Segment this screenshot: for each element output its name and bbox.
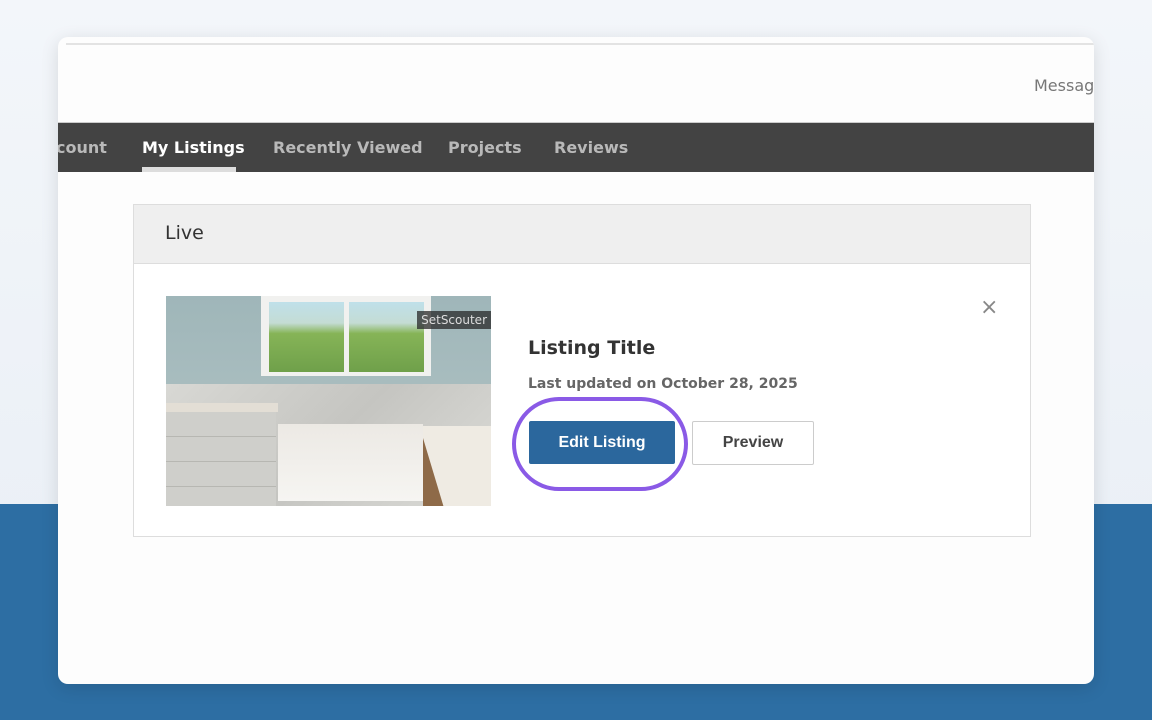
divider — [66, 43, 1094, 45]
tab-my-listings[interactable]: My Listings — [142, 138, 245, 157]
last-updated: Last updated on October 28, 2025 — [528, 376, 798, 392]
tab-account[interactable]: count — [58, 138, 107, 157]
listing-thumbnail[interactable]: SetScouter — [166, 296, 491, 506]
edit-listing-button[interactable]: Edit Listing — [529, 421, 675, 464]
account-nav: count My Listings Recently Viewed Projec… — [58, 122, 1094, 172]
tab-projects[interactable]: Projects — [448, 138, 522, 157]
messages-link[interactable]: Messag — [1034, 76, 1094, 95]
app-window: Messag count My Listings Recently Viewed… — [58, 37, 1094, 684]
preview-button[interactable]: Preview — [692, 421, 814, 465]
tab-reviews[interactable]: Reviews — [554, 138, 628, 157]
section-title: Live — [134, 205, 1030, 264]
live-listings-card: Live SetScouter Listing Title Last updat… — [133, 204, 1031, 537]
close-icon[interactable]: × — [980, 295, 998, 320]
tab-recently-viewed[interactable]: Recently Viewed — [273, 138, 423, 157]
active-tab-indicator — [142, 167, 236, 172]
watermark: SetScouter — [417, 311, 491, 329]
listing-title: Listing Title — [528, 337, 656, 359]
